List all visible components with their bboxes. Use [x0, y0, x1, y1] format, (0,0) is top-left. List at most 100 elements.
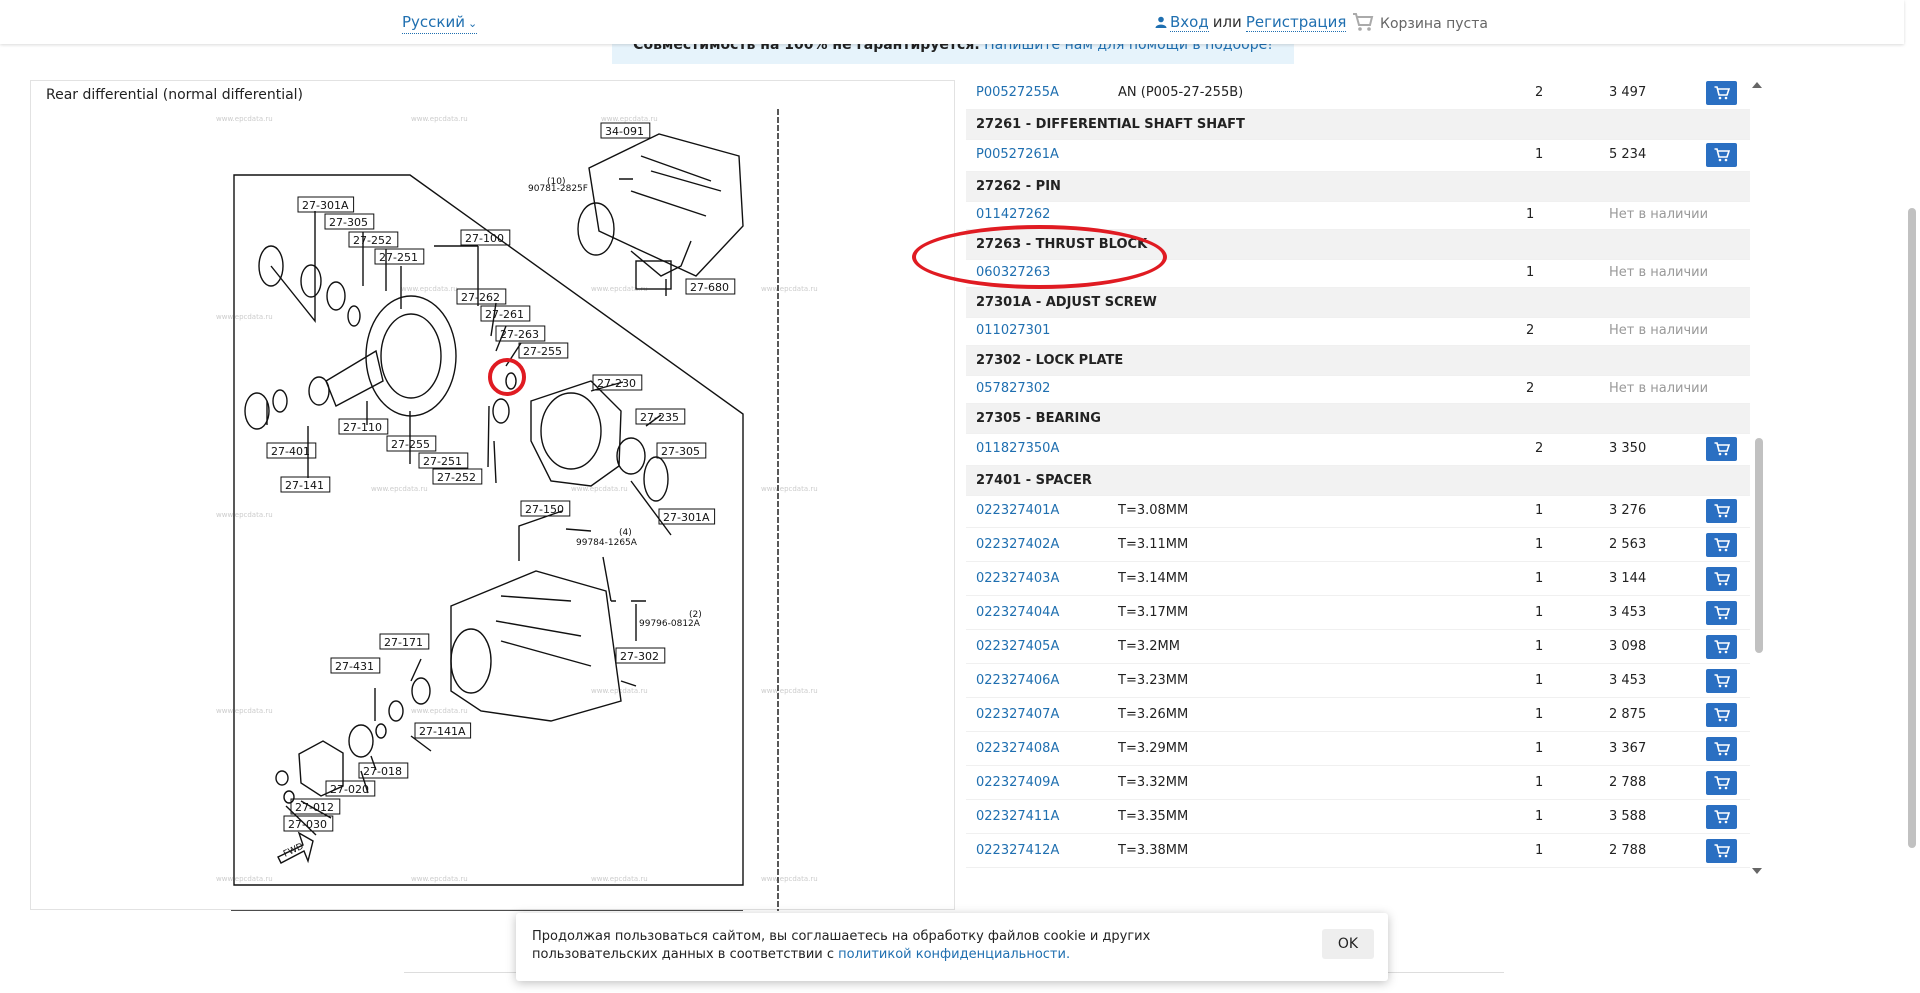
scroll-down-arrow-icon[interactable]: [1752, 868, 1762, 874]
add-to-cart-button[interactable]: [1706, 703, 1737, 727]
cookie-banner: Продолжая пользоваться сайтом, вы соглаш…: [516, 913, 1388, 981]
part-quantity: 1: [1526, 207, 1535, 222]
add-to-cart-icon: [1714, 572, 1730, 586]
add-to-cart-icon: [1714, 86, 1730, 100]
scroll-up-arrow-icon[interactable]: [1752, 82, 1762, 88]
add-to-cart-button[interactable]: [1706, 81, 1737, 105]
part-row: P00527261A 1 5 234: [966, 138, 1750, 172]
callout-label: 27-171: [384, 636, 423, 649]
group-title: 27262 - PIN: [976, 179, 1061, 194]
watermark-text: www.epcdata.ru: [571, 485, 628, 493]
part-price: 5 234: [1609, 147, 1647, 162]
part-description: T=3.29MM: [1118, 741, 1189, 756]
exploded-parts-diagram[interactable]: www.epcdata.ru www.epcdata.ru www.epcdata.…: [31, 81, 956, 911]
language-selector[interactable]: Русский ⌄: [402, 13, 478, 34]
add-to-cart-icon: [1714, 742, 1730, 756]
part-number-link[interactable]: 011827350A: [976, 441, 1059, 456]
availability-status: Нет в наличии: [1609, 323, 1709, 338]
chevron-down-icon: ⌄: [467, 17, 478, 30]
part-quantity: 2: [1535, 85, 1544, 100]
part-price: 3 276: [1609, 503, 1647, 518]
part-number-link[interactable]: 022327409A: [976, 775, 1059, 790]
register-link[interactable]: Регистрация: [1245, 13, 1347, 32]
auth-links: Вход или Регистрация: [1155, 13, 1347, 32]
callout-label: 27-305: [661, 445, 700, 458]
part-number-link[interactable]: 022327405A: [976, 639, 1059, 654]
watermark-text: www.epcdata.ru: [761, 875, 818, 883]
part-row: 022327404A T=3.17MM 1 3 453: [966, 596, 1750, 630]
callout-label: 27-020: [330, 783, 369, 796]
cookie-ok-button[interactable]: OK: [1322, 929, 1374, 959]
add-to-cart-button[interactable]: [1706, 771, 1737, 795]
part-number-link[interactable]: 011027301: [976, 323, 1050, 338]
part-number-link[interactable]: 022327403A: [976, 571, 1059, 586]
add-to-cart-button[interactable]: [1706, 601, 1737, 625]
part-price: 3 098: [1609, 639, 1647, 654]
part-row: 022327412A T=3.38MM 1 2 788: [966, 834, 1750, 868]
availability-status: Нет в наличии: [1609, 265, 1709, 280]
part-quantity: 1: [1535, 571, 1544, 586]
part-price: 3 497: [1609, 85, 1647, 100]
callout-label: 27-301A: [663, 511, 710, 524]
callout-label: 27-030: [288, 818, 327, 831]
watermark-text: www.epcdata.ru: [761, 687, 818, 695]
group-header: 27262 - PIN: [966, 172, 1750, 202]
page-scroll-thumb[interactable]: [1908, 208, 1916, 848]
login-link[interactable]: Вход: [1170, 13, 1209, 32]
group-title: 27401 - SPACER: [976, 473, 1092, 488]
watermark-text: www.epcdata.ru: [401, 285, 458, 293]
watermark-text: www.epcdata.ru: [411, 707, 468, 715]
add-to-cart-button[interactable]: [1706, 437, 1737, 461]
part-number-link[interactable]: P00527255A: [976, 85, 1059, 100]
part-number-link[interactable]: 022327408A: [976, 741, 1059, 756]
add-to-cart-button[interactable]: [1706, 635, 1737, 659]
part-row: 022327403A T=3.14MM 1 3 144: [966, 562, 1750, 596]
part-price: 2 788: [1609, 843, 1647, 858]
part-number-link[interactable]: 022327401A: [976, 503, 1059, 518]
add-to-cart-button[interactable]: [1706, 669, 1737, 693]
add-to-cart-button[interactable]: [1706, 499, 1737, 523]
group-title: 27305 - BEARING: [976, 411, 1101, 426]
parts-scroll-thumb[interactable]: [1755, 438, 1763, 653]
add-to-cart-button[interactable]: [1706, 143, 1737, 167]
user-icon: [1155, 16, 1167, 28]
part-number-link[interactable]: 022327411A: [976, 809, 1059, 824]
part-number-link[interactable]: 022327412A: [976, 843, 1059, 858]
part-number-link[interactable]: 022327404A: [976, 605, 1059, 620]
part-quantity: 1: [1535, 147, 1544, 162]
privacy-policy-link[interactable]: политикой конфиденциальности.: [838, 947, 1070, 962]
part-number-link[interactable]: 011427262: [976, 207, 1050, 222]
part-number-link[interactable]: 022327407A: [976, 707, 1059, 722]
part-number-link[interactable]: 022327406A: [976, 673, 1059, 688]
part-quantity: 2: [1535, 441, 1544, 456]
add-to-cart-icon: [1714, 844, 1730, 858]
part-description: T=3.26MM: [1118, 707, 1189, 722]
callout-label: 27-251: [379, 251, 418, 264]
part-quantity: 1: [1526, 265, 1535, 280]
callout-label: 27-141: [285, 479, 324, 492]
add-to-cart-button[interactable]: [1706, 737, 1737, 761]
callout-label: 27-255: [523, 345, 562, 358]
part-number-link[interactable]: 057827302: [976, 381, 1050, 396]
part-row: 011427262 1 Нет в наличии: [966, 200, 1750, 230]
add-to-cart-button[interactable]: [1706, 839, 1737, 863]
part-description: T=3.08MM: [1118, 503, 1189, 518]
part-number-link[interactable]: 022327402A: [976, 537, 1059, 552]
callout-label: 27-141A: [419, 725, 466, 738]
part-price: 2 875: [1609, 707, 1647, 722]
part-number-link[interactable]: P00527261A: [976, 147, 1059, 162]
group-header: 27302 - LOCK PLATE: [966, 346, 1750, 376]
cart-icon: [1353, 13, 1374, 31]
part-row: 057827302 2 Нет в наличии: [966, 374, 1750, 404]
callout-label: 27-263: [500, 328, 539, 341]
callout-label: 27-251: [423, 455, 462, 468]
add-to-cart-button[interactable]: [1706, 805, 1737, 829]
add-to-cart-button[interactable]: [1706, 567, 1737, 591]
part-description: T=3.14MM: [1118, 571, 1189, 586]
add-to-cart-button[interactable]: [1706, 533, 1737, 557]
cart-status[interactable]: Корзина пуста: [1352, 12, 1488, 34]
callout-label: 34-091: [605, 125, 644, 138]
callout-label: 27-262: [461, 291, 500, 304]
callout-label: 27-401: [271, 445, 310, 458]
add-to-cart-icon: [1714, 442, 1730, 456]
